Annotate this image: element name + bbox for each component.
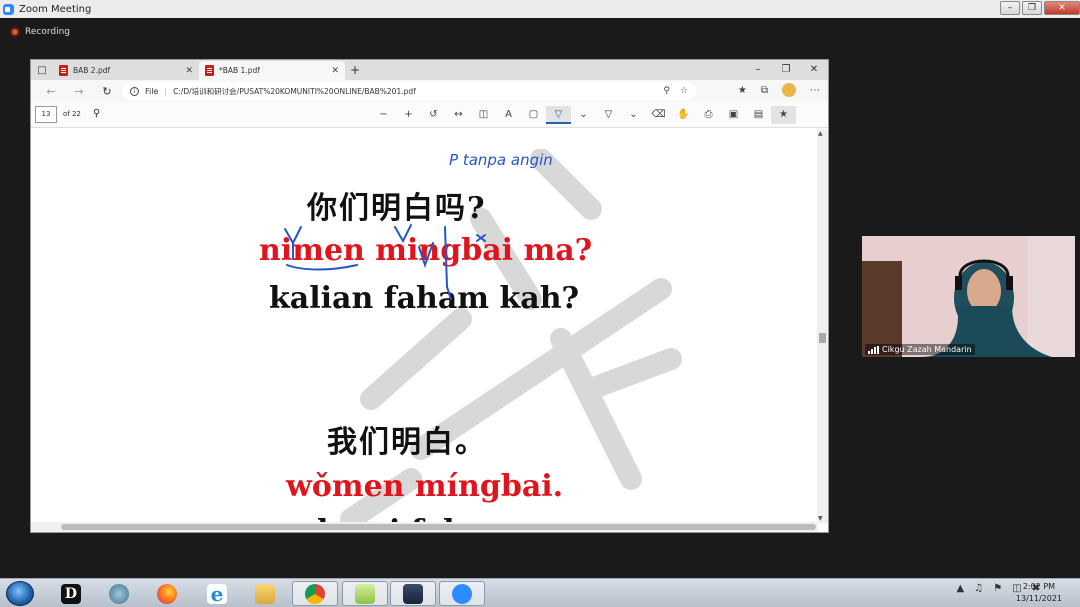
tab-strip: □ BAB 2.pdf ✕ *BAB 1.pdf ✕ + – ❐ ✕ (31, 60, 828, 80)
draw-icon[interactable]: ▽ (546, 106, 571, 124)
tab-label: BAB 2.pdf (73, 66, 111, 75)
save-as-icon[interactable]: ▤ (746, 106, 771, 124)
browser-minimize-button[interactable]: – (744, 60, 772, 80)
zoom-logo-icon (3, 3, 14, 15)
print-icon[interactable]: ⎙ (696, 106, 721, 124)
system-clock[interactable]: 2:02 PM 13/11/2021 (1016, 581, 1062, 605)
browser-toolbar-icons: ★ ⧉ ⋯ (738, 83, 820, 97)
new-tab-button[interactable]: + (345, 61, 365, 80)
participant-name-tag: Cikgu Zazah Mandarin (865, 344, 975, 355)
taskbar-internet-explorer-icon[interactable]: e (194, 581, 240, 606)
vertical-scroll-thumb[interactable] (819, 333, 826, 343)
info-icon[interactable]: i (130, 86, 139, 96)
tab-bab2[interactable]: BAB 2.pdf ✕ (53, 61, 199, 80)
rotate-icon[interactable]: ↺ (421, 106, 446, 124)
search-icon[interactable]: ⚲ (93, 108, 100, 119)
sentence-1-chinese: 你们明白吗? (307, 191, 487, 226)
address-bar: ← → ↻ i File | C:/D/培训和研讨会/PUSAT%20KOMUN… (31, 80, 828, 102)
maximize-button[interactable]: ❐ (1022, 1, 1042, 15)
highlight-options-chevron-icon[interactable]: ⌄ (621, 106, 646, 124)
zoom-icon[interactable]: ⚲ (663, 86, 670, 96)
tab-bab1[interactable]: *BAB 1.pdf ✕ (199, 61, 345, 80)
participant-video-frame (862, 236, 1075, 357)
vertical-scrollbar[interactable]: ▲ ▼ (817, 129, 828, 523)
zoom-in-icon[interactable]: + (396, 106, 421, 124)
taskbar-notes-icon[interactable] (342, 581, 388, 606)
window-controls: – ❐ ✕ (1000, 0, 1080, 15)
zoom-out-icon[interactable]: − (371, 106, 396, 124)
touch-icon[interactable]: ✋ (671, 106, 696, 124)
url-scheme-label: File (145, 86, 159, 96)
url-field[interactable]: i File | C:/D/培训和研讨会/PUSAT%20KOMUNITI%20… (122, 82, 696, 100)
browser-restore-button[interactable]: ❐ (772, 60, 800, 80)
favorite-star-icon[interactable]: ☆ (680, 86, 688, 96)
tab-close-icon[interactable]: ✕ (331, 66, 339, 76)
participant-name: Cikgu Zazah Mandarin (882, 345, 972, 354)
collections-icon[interactable]: ⧉ (761, 85, 768, 96)
window-title: Zoom Meeting (19, 3, 92, 15)
scroll-down-icon[interactable]: ▼ (818, 515, 823, 522)
recording-label: Recording (25, 27, 71, 37)
save-icon[interactable]: ▣ (721, 106, 746, 124)
signal-strength-icon (868, 345, 879, 354)
url-actions: ⚲ ☆ (663, 86, 688, 96)
favorites-icon[interactable]: ★ (738, 85, 747, 96)
show-hidden-icons-icon[interactable]: ▲ (957, 583, 965, 594)
clock-date: 13/11/2021 (1015, 594, 1062, 603)
sentence-1-pinyin: nimen mingbai ma? (259, 233, 593, 268)
shared-browser-window: □ BAB 2.pdf ✕ *BAB 1.pdf ✕ + – ❐ ✕ ← → ↻… (30, 59, 829, 533)
read-aloud-icon[interactable]: A (496, 106, 521, 124)
zoom-title-bar: Zoom Meeting – ❐ ✕ (0, 0, 1080, 18)
page-view-icon[interactable]: ◫ (471, 106, 496, 124)
recording-indicator[interactable]: Recording (10, 27, 70, 37)
browser-window-controls: – ❐ ✕ (744, 60, 828, 80)
volume-icon[interactable]: ♫ (974, 583, 983, 594)
sentence-1-malay: kalian faham kah? (269, 281, 580, 316)
tab-actions-icon[interactable]: □ (31, 60, 53, 80)
clock-time: 2:02 PM (1022, 582, 1056, 591)
taskbar-firefox-icon[interactable] (144, 581, 190, 606)
forward-arrow-icon[interactable]: → (65, 85, 93, 98)
more-menu-icon[interactable]: ⋯ (810, 85, 820, 96)
page-total: of 22 (63, 110, 81, 118)
text-icon[interactable]: ▢ (521, 106, 546, 124)
fit-page-icon[interactable]: ↔ (446, 106, 471, 124)
taskbar-app-d-icon[interactable]: D (48, 581, 94, 606)
pdf-file-icon (205, 65, 214, 76)
page-number-input[interactable]: 13 (35, 106, 57, 123)
pdf-toolbar: 13 of 22 ⚲ − + ↺ ↔ ◫ A ▢ ▽ ⌄ ▽ ⌄ ⌫ ✋ ⎙ ▣… (31, 102, 828, 128)
scroll-up-icon[interactable]: ▲ (818, 130, 823, 137)
reload-icon[interactable]: ↻ (93, 85, 121, 98)
taskbar-app-network-icon[interactable] (96, 581, 142, 606)
start-button[interactable] (6, 581, 34, 606)
close-button[interactable]: ✕ (1044, 1, 1080, 15)
taskbar-zoom-icon[interactable] (439, 581, 485, 606)
eraser-icon[interactable]: ⌫ (646, 106, 671, 124)
browser-close-button[interactable]: ✕ (800, 60, 828, 80)
minimize-button[interactable]: – (1000, 1, 1020, 15)
taskbar-app-window-icon[interactable] (390, 581, 436, 606)
highlight-icon[interactable]: ▽ (596, 106, 621, 124)
record-icon (10, 27, 20, 37)
pdf-page[interactable]: 你们明白吗? nimen mingbai ma? kalian faham ka… (31, 129, 818, 523)
sentence-2-chinese: 我们明白。 (327, 425, 487, 460)
pdf-tools: − + ↺ ↔ ◫ A ▢ ▽ ⌄ ▽ ⌄ ⌫ ✋ ⎙ ▣ ▤ ★ (371, 106, 796, 124)
pin-toolbar-icon[interactable]: ★ (771, 106, 796, 124)
draw-options-chevron-icon[interactable]: ⌄ (571, 106, 596, 124)
taskbar: D e ▲ ♫ ⚑ ◫ ✖ 2:02 PM 13/11/2021 (0, 578, 1080, 607)
taskbar-file-explorer-icon[interactable] (242, 581, 288, 606)
horizontal-scroll-thumb[interactable] (61, 524, 816, 530)
horizontal-scrollbar[interactable] (31, 522, 818, 532)
security-icon[interactable]: ⚑ (993, 583, 1002, 594)
profile-avatar[interactable] (782, 83, 796, 97)
tab-label: *BAB 1.pdf (219, 66, 260, 75)
url-separator: | (164, 86, 168, 96)
taskbar-chrome-icon[interactable] (292, 581, 338, 606)
tab-close-icon[interactable]: ✕ (185, 66, 193, 76)
sentence-2-pinyin: wǒmen míngbai. (286, 469, 564, 504)
pdf-file-icon (59, 65, 68, 76)
url-text: C:/D/培训和研讨会/PUSAT%20KOMUNITI%20ONLINE/BA… (173, 86, 416, 96)
back-arrow-icon[interactable]: ← (37, 85, 65, 98)
participant-video[interactable]: Cikgu Zazah Mandarin (862, 236, 1075, 357)
